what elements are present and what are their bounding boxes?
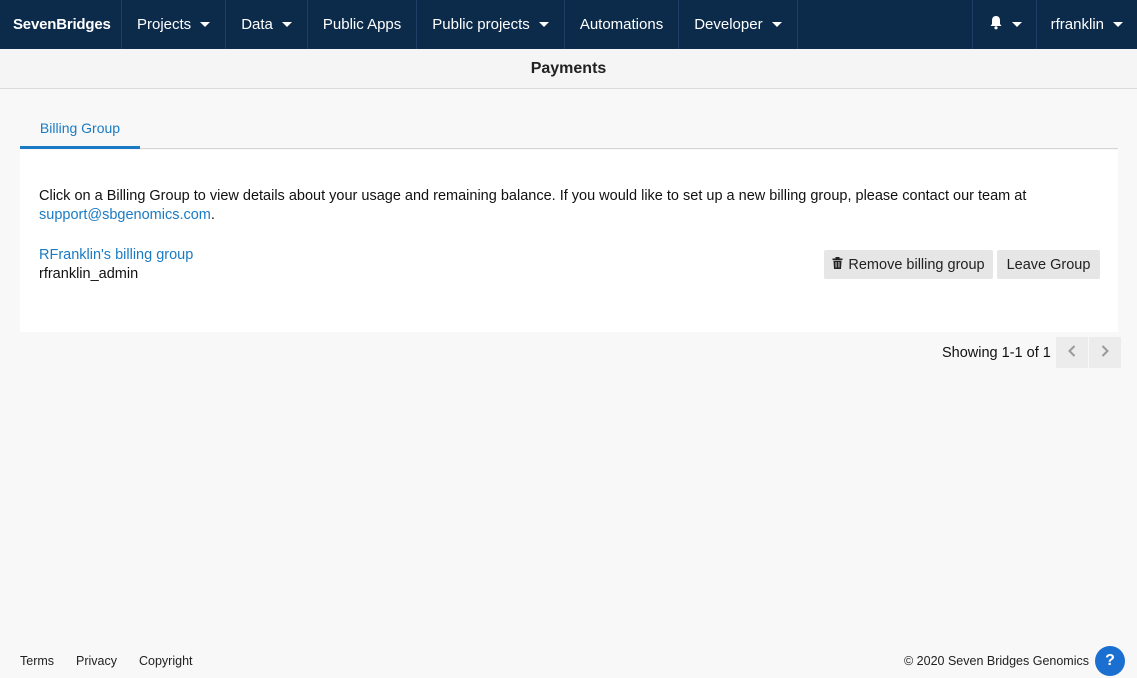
billing-groups-panel: Click on a Billing Group to view details… bbox=[20, 150, 1118, 332]
footer-link-terms[interactable]: Terms bbox=[20, 654, 54, 668]
leave-group-button[interactable]: Leave Group bbox=[997, 250, 1100, 279]
nav-right: rfranklin bbox=[971, 0, 1137, 49]
chevron-left-icon bbox=[1067, 344, 1076, 362]
nav-developer[interactable]: Developer bbox=[679, 0, 798, 49]
page-title: Payments bbox=[530, 59, 607, 77]
intro-body: Click on a Billing Group to view details… bbox=[39, 188, 1027, 204]
support-email-link[interactable]: support@sbgenomics.com bbox=[39, 207, 211, 223]
next-page-button[interactable] bbox=[1088, 337, 1121, 368]
tab-bar: Billing Group bbox=[20, 110, 1118, 149]
notifications-button[interactable] bbox=[973, 0, 1037, 49]
footer: Terms Privacy Copyright © 2020 Seven Bri… bbox=[0, 640, 1137, 678]
chevron-down-icon bbox=[1011, 22, 1022, 27]
nav-automations[interactable]: Automations bbox=[565, 0, 680, 49]
nav-data[interactable]: Data bbox=[226, 0, 308, 49]
logo[interactable]: SevenBridges bbox=[0, 0, 122, 49]
user-menu[interactable]: rfranklin bbox=[1037, 0, 1137, 49]
chevron-down-icon bbox=[771, 22, 782, 27]
intro-text: Click on a Billing Group to view details… bbox=[39, 187, 1099, 225]
billing-group-owner: rfranklin_admin bbox=[39, 266, 139, 282]
intro-end: . bbox=[210, 207, 215, 223]
chevron-down-icon bbox=[1113, 22, 1123, 27]
footer-link-privacy[interactable]: Privacy bbox=[76, 654, 117, 668]
remove-billing-group-button[interactable]: Remove billing group bbox=[824, 250, 993, 279]
pagination-status: Showing 1-1 of 1 bbox=[942, 344, 1051, 361]
previous-page-button[interactable] bbox=[1055, 337, 1088, 368]
bell-icon bbox=[989, 15, 1003, 35]
nav-public-projects[interactable]: Public projects bbox=[417, 0, 565, 49]
top-navigation-bar: SevenBridges Projects Data Public Apps P… bbox=[0, 0, 1137, 49]
nav-public-projects-label: Public projects bbox=[432, 16, 530, 33]
nav-data-label: Data bbox=[241, 16, 273, 33]
billing-group-link[interactable]: RFranklin's billing group bbox=[39, 247, 193, 263]
chevron-down-icon bbox=[200, 22, 211, 27]
nav-public-apps-label: Public Apps bbox=[322, 16, 402, 33]
tab-billing-group[interactable]: Billing Group bbox=[20, 110, 140, 149]
question-mark-icon: ? bbox=[1105, 652, 1115, 669]
copyright-text: © 2020 Seven Bridges Genomics bbox=[903, 654, 1089, 668]
footer-link-copyright[interactable]: Copyright bbox=[139, 654, 193, 668]
help-button[interactable]: ? bbox=[1095, 646, 1125, 676]
chevron-down-icon bbox=[538, 22, 549, 27]
pagination: Showing 1-1 of 1 bbox=[942, 337, 1121, 368]
nav-projects[interactable]: Projects bbox=[122, 0, 227, 49]
trash-icon bbox=[832, 256, 843, 273]
user-name: rfranklin bbox=[1050, 16, 1104, 33]
nav-projects-label: Projects bbox=[137, 16, 192, 33]
chevron-down-icon bbox=[281, 22, 292, 27]
chevron-right-icon bbox=[1101, 344, 1109, 362]
nav-automations-label: Automations bbox=[579, 16, 664, 33]
nav-developer-label: Developer bbox=[694, 16, 763, 33]
remove-billing-group-label: Remove billing group bbox=[848, 256, 985, 273]
nav-public-apps[interactable]: Public Apps bbox=[308, 0, 418, 49]
page-header: Payments bbox=[0, 49, 1137, 89]
